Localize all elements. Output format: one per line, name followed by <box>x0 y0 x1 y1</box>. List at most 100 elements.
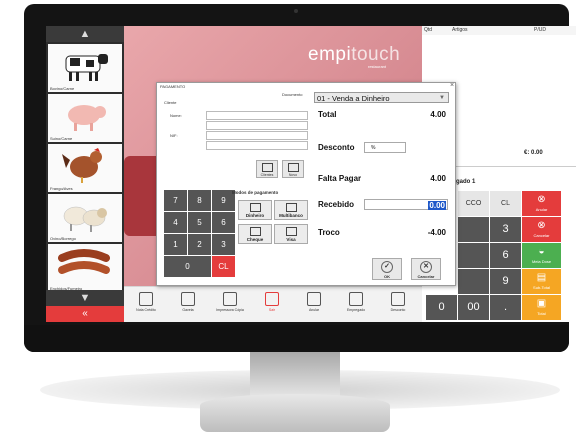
back-button[interactable]: « <box>46 306 124 322</box>
document-type-select[interactable]: 01 - Venda a Dinheiro ▼ <box>314 92 449 103</box>
order-subtitle: gado 1 <box>456 179 476 185</box>
key-blank-b[interactable] <box>458 243 489 268</box>
cash-icon: ▣ <box>536 298 547 309</box>
toolbar-label: Impressora Cópia <box>216 308 244 312</box>
anular-action-button[interactable]: ⊗ Anular <box>522 191 561 216</box>
visa-card-icon <box>285 227 297 236</box>
action-label: Total <box>537 311 546 316</box>
credit-note-icon <box>139 292 153 306</box>
sair-button[interactable]: Sair <box>252 288 292 320</box>
numpad-4[interactable]: 4 <box>164 212 187 233</box>
key-blank-c[interactable] <box>458 269 489 294</box>
cancelar-action-button[interactable]: ⊗ Cancelar <box>522 217 561 242</box>
chevron-down-icon: ▼ <box>439 95 445 101</box>
payment-modes-label: Modos de pagamento <box>232 190 279 195</box>
button-label: OK <box>384 274 390 279</box>
numpad-clear[interactable]: CL <box>212 256 235 277</box>
numpad-6[interactable]: 6 <box>212 212 235 233</box>
key-9[interactable]: 9 <box>490 269 521 294</box>
scroll-up-button[interactable]: ▲ <box>46 26 124 42</box>
action-label: Meia Dose <box>531 259 552 264</box>
document-label: Documento <box>282 92 303 97</box>
numpad-7[interactable]: 7 <box>164 190 187 211</box>
dialog-title: PAGAMENTO <box>160 84 186 89</box>
key-6[interactable]: 6 <box>490 243 521 268</box>
numpad-2[interactable]: 2 <box>188 234 211 255</box>
scroll-down-button[interactable]: ▼ <box>46 290 124 306</box>
impressora-copia-button[interactable]: Impressora Cópia <box>210 288 250 320</box>
received-input[interactable]: 0.00 <box>364 199 448 210</box>
monitor-stand-neck <box>250 352 340 396</box>
sub-total-action-button[interactable]: ▤ Sub-Total <box>522 269 561 294</box>
clients-button[interactable]: Clientes <box>256 160 278 178</box>
undo-icon <box>307 292 321 306</box>
product-enchidos[interactable]: Enchidos/Fumeiro <box>48 244 122 292</box>
numpad-8[interactable]: 8 <box>188 190 211 211</box>
button-label: Cheque <box>246 237 264 242</box>
product-suino[interactable]: Suino/Carne <box>48 94 122 142</box>
desconto-button[interactable]: Desconto <box>378 288 418 320</box>
gaveta-button[interactable]: Gaveta <box>168 288 208 320</box>
toolbar-label: Nota Crédito <box>136 308 156 312</box>
action-label: Anular <box>535 207 548 212</box>
meia-dose-action-button[interactable]: ◒ Meia Dose <box>522 243 561 268</box>
key-3[interactable]: 3 <box>490 217 521 242</box>
new-client-button[interactable]: Novo <box>282 160 304 178</box>
product-label: Frango/Aves <box>50 186 73 191</box>
product-label: Suino/Carne <box>50 136 73 141</box>
pig-icon <box>68 105 106 131</box>
button-label: Dinheiro <box>245 213 265 218</box>
pay-visa-button[interactable]: Visa <box>274 224 308 244</box>
key-cco[interactable]: CCO <box>458 191 489 216</box>
total-value: 4.00 <box>430 110 446 119</box>
ok-button[interactable]: ✓ OK <box>372 258 402 280</box>
x-icon: ✕ <box>420 261 432 273</box>
key-00[interactable]: 00 <box>458 295 489 320</box>
logo-subtitle: restaurant <box>368 64 387 69</box>
discount-input[interactable]: % <box>364 142 406 153</box>
numpad-3[interactable]: 3 <box>212 234 235 255</box>
key-dot[interactable]: . <box>490 295 521 320</box>
button-label: Cancelar <box>417 274 435 279</box>
button-label: Novo <box>288 173 298 177</box>
nif-label: NIF: <box>170 133 178 138</box>
key-blank-a[interactable] <box>458 217 489 242</box>
pay-dinheiro-button[interactable]: Dinheiro <box>238 200 272 220</box>
sheep-icon <box>63 206 107 232</box>
numpad-1[interactable]: 1 <box>164 234 187 255</box>
monitor-chin <box>24 325 569 352</box>
new-client-icon <box>287 163 299 172</box>
pay-multibanco-button[interactable]: Multibanco <box>274 200 308 220</box>
empregado-button[interactable]: Empregado <box>336 288 376 320</box>
nota-credito-button[interactable]: Nota Crédito <box>126 288 166 320</box>
pay-cheque-button[interactable]: Cheque <box>238 224 272 244</box>
exit-icon <box>265 292 279 306</box>
key-0[interactable]: 0 <box>426 295 457 320</box>
key-cl[interactable]: CL <box>490 191 521 216</box>
product-frango[interactable]: Frango/Aves <box>48 144 122 192</box>
monitor-stand-foot <box>200 394 390 432</box>
column-pud: P/UD <box>534 27 546 33</box>
product-bovino[interactable]: Bovino/Carne <box>48 44 122 92</box>
printer-icon <box>223 292 237 306</box>
cash-icon <box>249 203 261 212</box>
discount-icon <box>391 292 405 306</box>
total-action-button[interactable]: ▣ Total <box>522 295 561 320</box>
change-value: -4.00 <box>427 228 446 237</box>
name-input[interactable] <box>206 111 308 120</box>
name-input-2[interactable] <box>206 121 308 130</box>
toolbar-label: Empregado <box>346 308 366 312</box>
dialog-cancel-button[interactable]: ✕ Cancelar <box>411 258 441 280</box>
button-label: Visa <box>286 237 296 242</box>
anular-toolbar-button[interactable]: Anular <box>294 288 334 320</box>
product-ovino[interactable]: Ovino/Borrego <box>48 194 122 242</box>
cow-icon <box>65 54 108 81</box>
total-label: Total <box>318 110 337 119</box>
missing-label: Falta Pagar <box>318 174 362 183</box>
nif-input[interactable] <box>206 131 308 140</box>
close-icon[interactable]: × <box>450 82 454 89</box>
numpad-5[interactable]: 5 <box>188 212 211 233</box>
toolbar-label: Sair <box>268 308 276 312</box>
nif-input-2[interactable] <box>206 141 308 150</box>
numpad-0[interactable]: 0 <box>164 256 211 277</box>
